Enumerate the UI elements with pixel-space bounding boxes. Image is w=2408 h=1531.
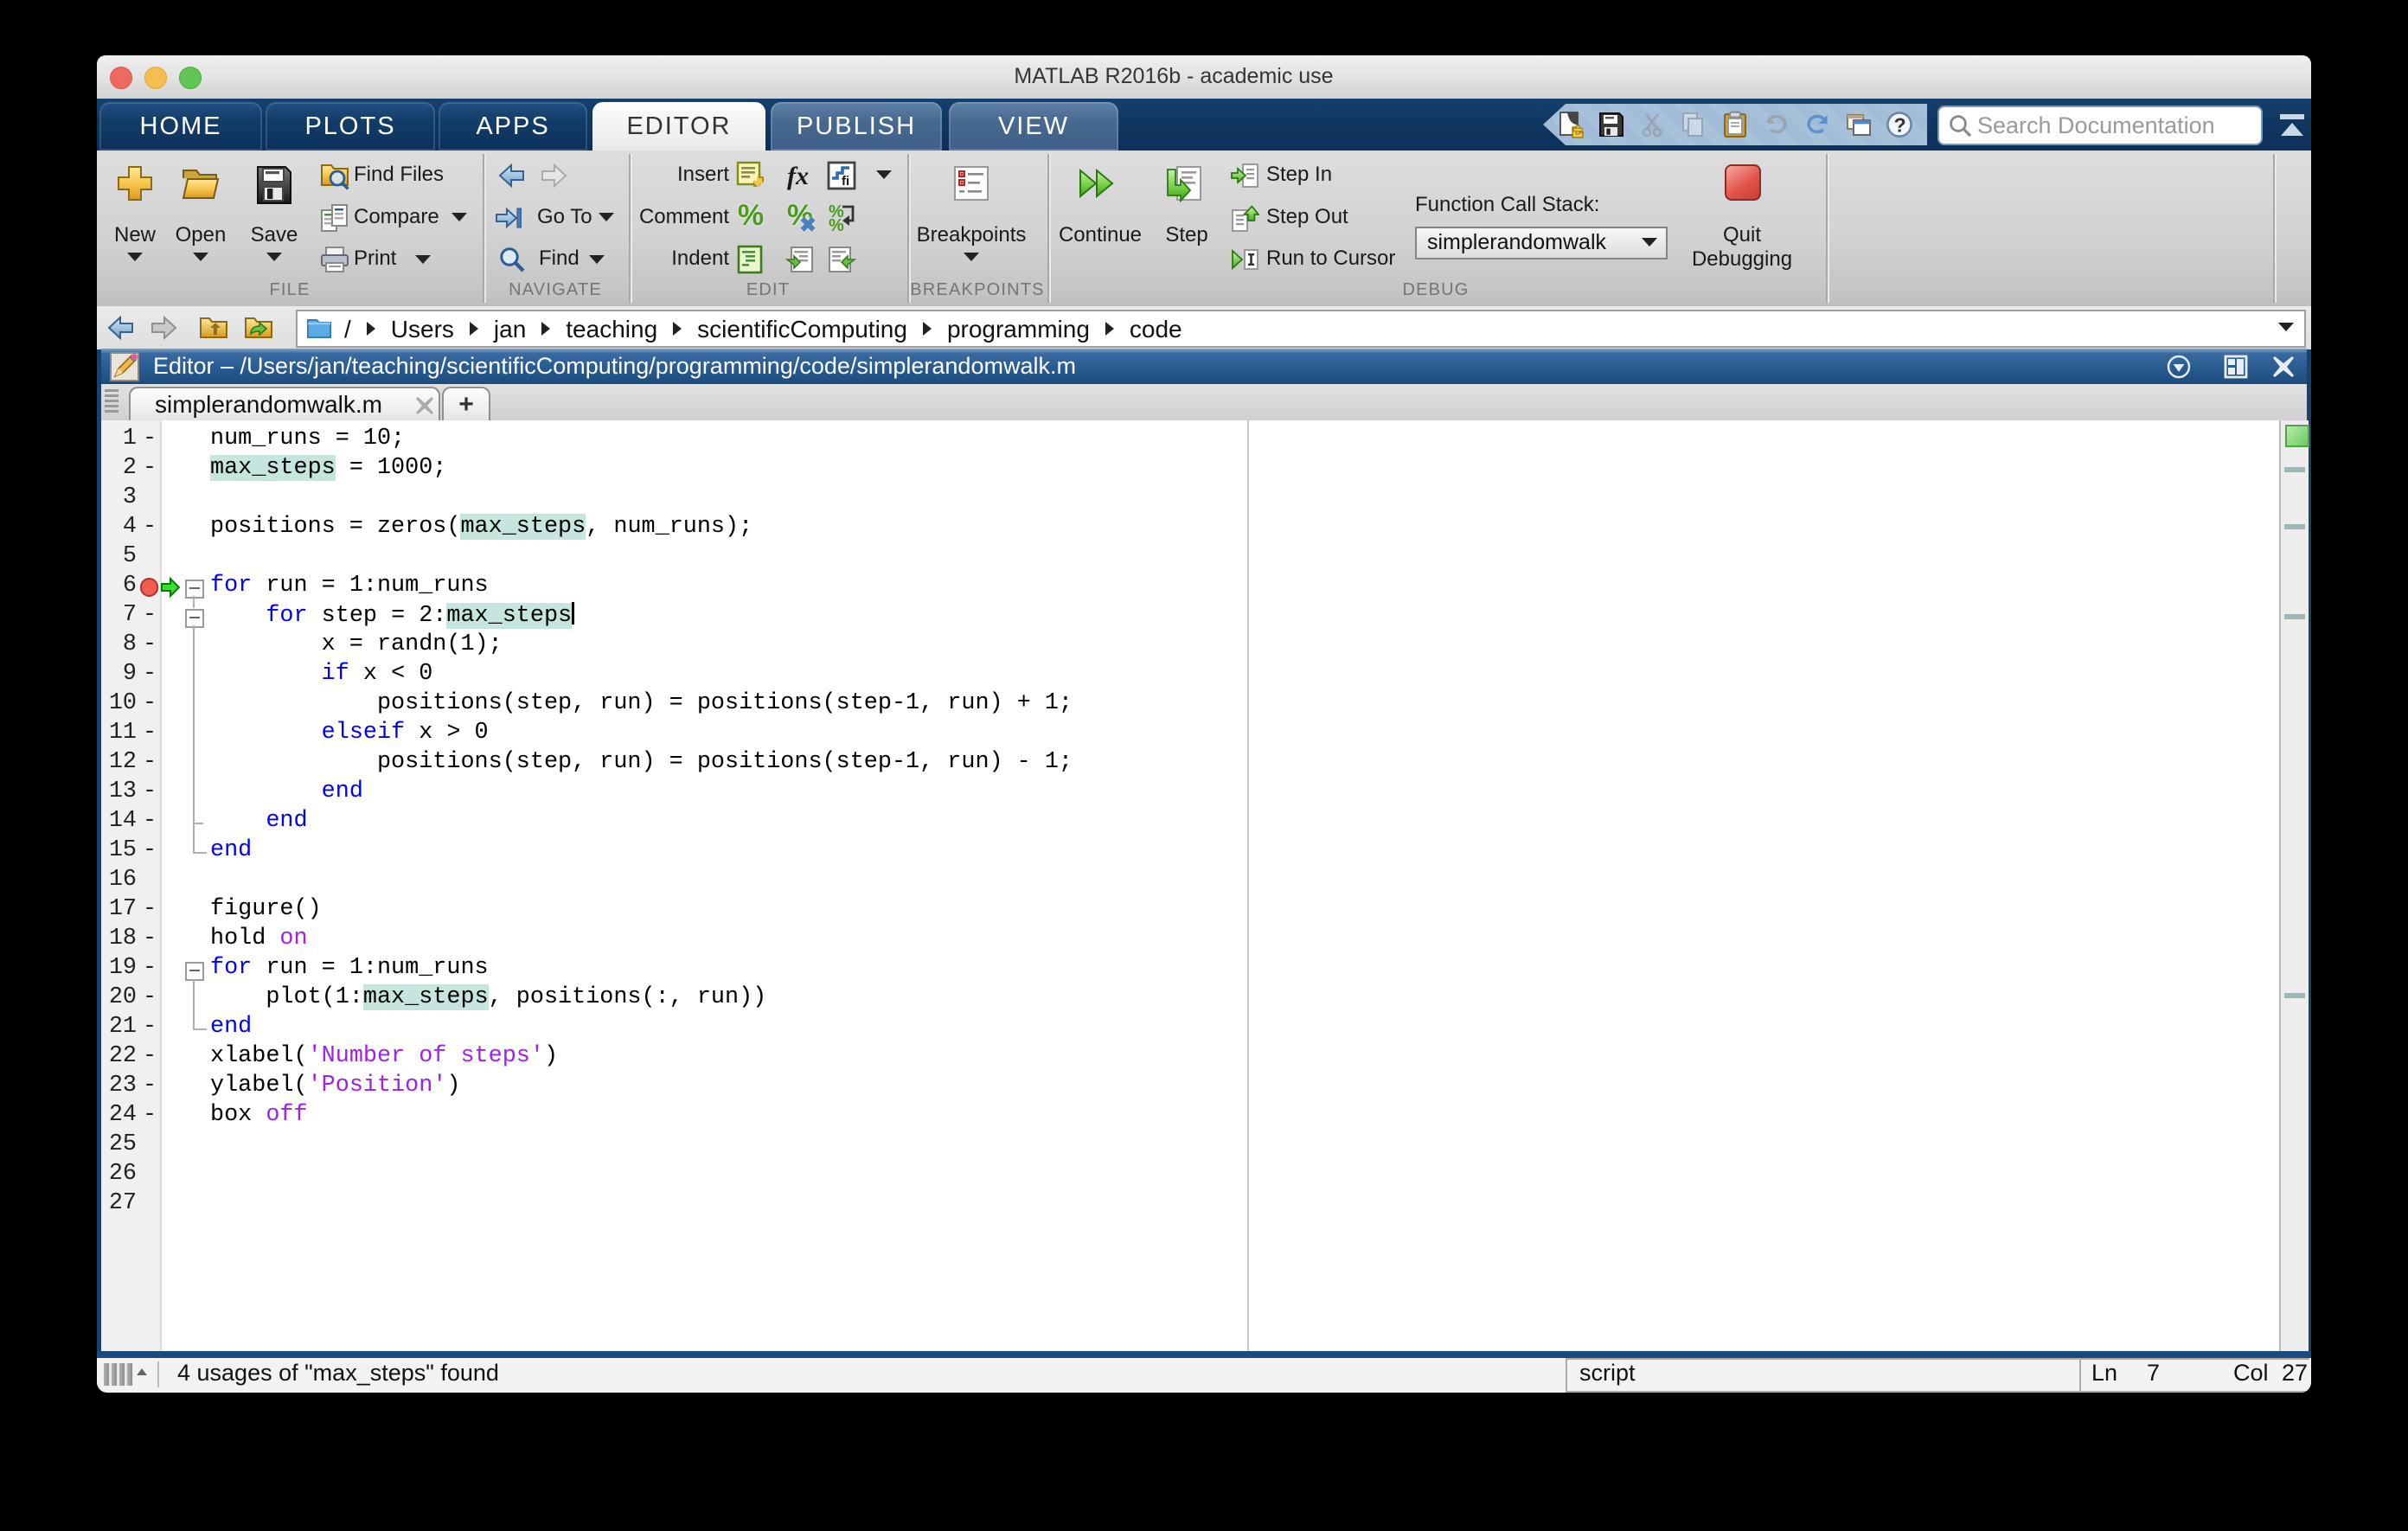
svg-text:fx: fx (787, 162, 809, 190)
svg-text:fi: fi (842, 174, 849, 189)
svg-text:?: ? (1894, 113, 1906, 136)
